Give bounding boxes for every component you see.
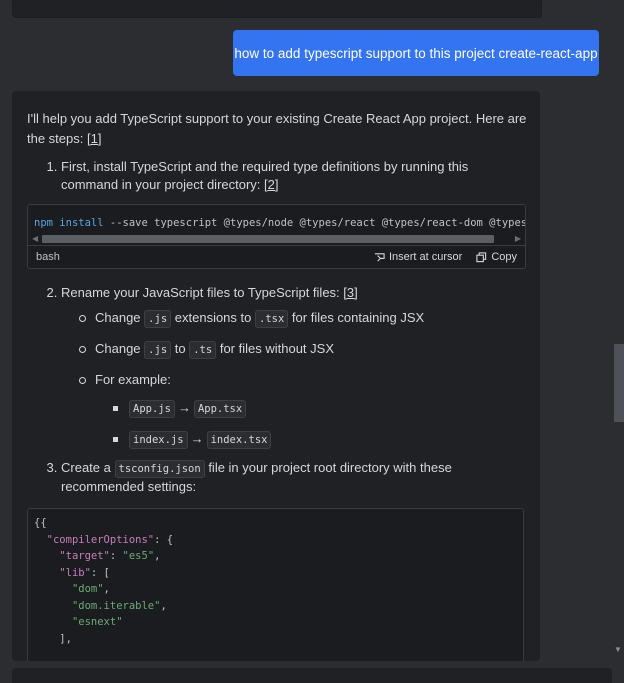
step-3-text-pre: Create a	[61, 460, 111, 475]
inline-code: App.tsx	[193, 400, 247, 418]
horizontal-scroll-thumb[interactable]	[42, 235, 494, 243]
inline-code: .tsx	[255, 310, 289, 328]
next-message-card	[12, 668, 612, 683]
json-code-block[interactable]: {{ "compilerOptions": { "target": "es5",…	[27, 508, 524, 661]
scroll-down-arrow-icon[interactable]: ▼	[614, 645, 622, 654]
vertical-scroll-thumb[interactable]	[614, 344, 624, 422]
inline-code: .js	[144, 310, 172, 328]
insert-icon	[374, 252, 385, 262]
json-string: "dom"	[71, 583, 104, 595]
insert-at-cursor-button[interactable]: Insert at cursor	[374, 247, 462, 267]
step-2-text: Rename your JavaScript files to TypeScri…	[61, 285, 340, 300]
step-1-text-wrap: First, install TypeScript and the requir…	[61, 158, 527, 194]
step-2-text-wrap: Rename your JavaScript files to TypeScri…	[61, 284, 527, 302]
arrow-icon: →	[190, 431, 204, 446]
user-message-bubble: how to add typescript support to this pr…	[233, 30, 599, 76]
bash-code-block: npm install --save typescript @types/nod…	[27, 204, 526, 269]
scroll-right-arrow-icon[interactable]: ▶	[515, 233, 521, 245]
bullet-text: for files without JSX	[219, 341, 334, 356]
list-item: For example: App.js → App.tsx index.js → ind…	[79, 370, 527, 450]
json-key: "lib"	[59, 566, 91, 579]
list-item: Change .js extensions to .tsx for files …	[79, 308, 527, 329]
json-string: "es5"	[122, 550, 155, 562]
json-line: ],	[34, 632, 72, 645]
json-line: {{	[34, 517, 47, 529]
scroll-left-arrow-icon[interactable]: ◀	[32, 233, 38, 245]
bullet-text: to	[174, 341, 186, 356]
intro-paragraph: I'll help you add TypeScript support to …	[27, 109, 527, 149]
code-line[interactable]: npm install --save typescript @types/nod…	[28, 205, 525, 233]
bullet-text: Change	[95, 310, 141, 325]
bullet-text: for files containing JSX	[291, 310, 425, 325]
step-1: First, install TypeScript and the requir…	[27, 157, 527, 269]
horizontal-scrollbar[interactable]: ◀ ▶	[32, 233, 521, 245]
steps-list: First, install TypeScript and the requir…	[27, 157, 527, 661]
code-cmd: npm	[34, 217, 53, 229]
reference-link-1[interactable]: [1]	[87, 131, 101, 146]
step-3-text-wrap: Create a tsconfig.json file in your proj…	[61, 459, 527, 496]
assistant-message-content: I'll help you add TypeScript support to …	[27, 109, 527, 661]
user-message-text: how to add typescript support to this pr…	[234, 45, 598, 61]
inline-code: tsconfig.json	[114, 460, 205, 478]
step-2: Rename your JavaScript files to TypeScri…	[61, 283, 527, 450]
json-line: "dom.iterable",	[71, 599, 167, 612]
reference-link-2[interactable]: [2]	[264, 177, 278, 192]
examples-list: App.js → App.tsx index.js → index.tsx	[95, 398, 527, 450]
inline-code: .js	[144, 341, 172, 359]
json-line: "compilerOptions": {	[46, 533, 174, 546]
json-line: "dom",	[71, 583, 110, 595]
vertical-scrollbar[interactable]	[612, 0, 624, 683]
json-key: "compilerOptions"	[46, 533, 155, 546]
code-subcmd: install	[59, 217, 104, 229]
step-3: Create a tsconfig.json file in your proj…	[27, 458, 527, 661]
inline-code: .ts	[189, 341, 217, 359]
json-line: "target": "es5",	[59, 550, 161, 562]
json-line: "lib": [	[59, 566, 110, 579]
insert-at-cursor-label: Insert at cursor	[388, 251, 463, 263]
example-label: For example:	[95, 372, 171, 387]
json-string: "esnext"	[71, 616, 123, 628]
json-line: "esnext"	[34, 614, 517, 631]
json-string: "dom.iterable"	[71, 599, 161, 612]
reference-link-3[interactable]: [3]	[343, 285, 357, 300]
copy-button[interactable]: Copy	[476, 247, 517, 267]
code-args: --save typescript @types/node @types/rea…	[109, 217, 525, 229]
assistant-message-card: I'll help you add TypeScript support to …	[12, 91, 540, 661]
bullet-text: Change	[95, 341, 141, 356]
json-key: "target"	[59, 550, 110, 562]
copy-label: Copy	[491, 251, 517, 263]
inline-code: index.tsx	[206, 431, 272, 449]
inline-code: index.js	[129, 431, 188, 449]
chat-viewport: how to add typescript support to this pr…	[0, 0, 624, 683]
list-item: Change .js to .ts for files without JSX	[79, 339, 527, 360]
step-2-sublist: Change .js extensions to .tsx for files …	[61, 308, 527, 450]
code-language-label: bash	[36, 251, 60, 263]
bullet-text: extensions to	[174, 310, 252, 325]
previous-message-card	[12, 0, 542, 18]
list-item: index.js → index.tsx	[113, 429, 527, 450]
arrow-icon: →	[177, 400, 191, 415]
intro-text: I'll help you add TypeScript support to …	[27, 111, 527, 146]
list-item: App.js → App.tsx	[113, 398, 527, 419]
code-block-footer: bash Insert at cursor Copy	[28, 245, 525, 268]
inline-code: App.js	[129, 400, 175, 418]
copy-icon	[476, 251, 487, 262]
